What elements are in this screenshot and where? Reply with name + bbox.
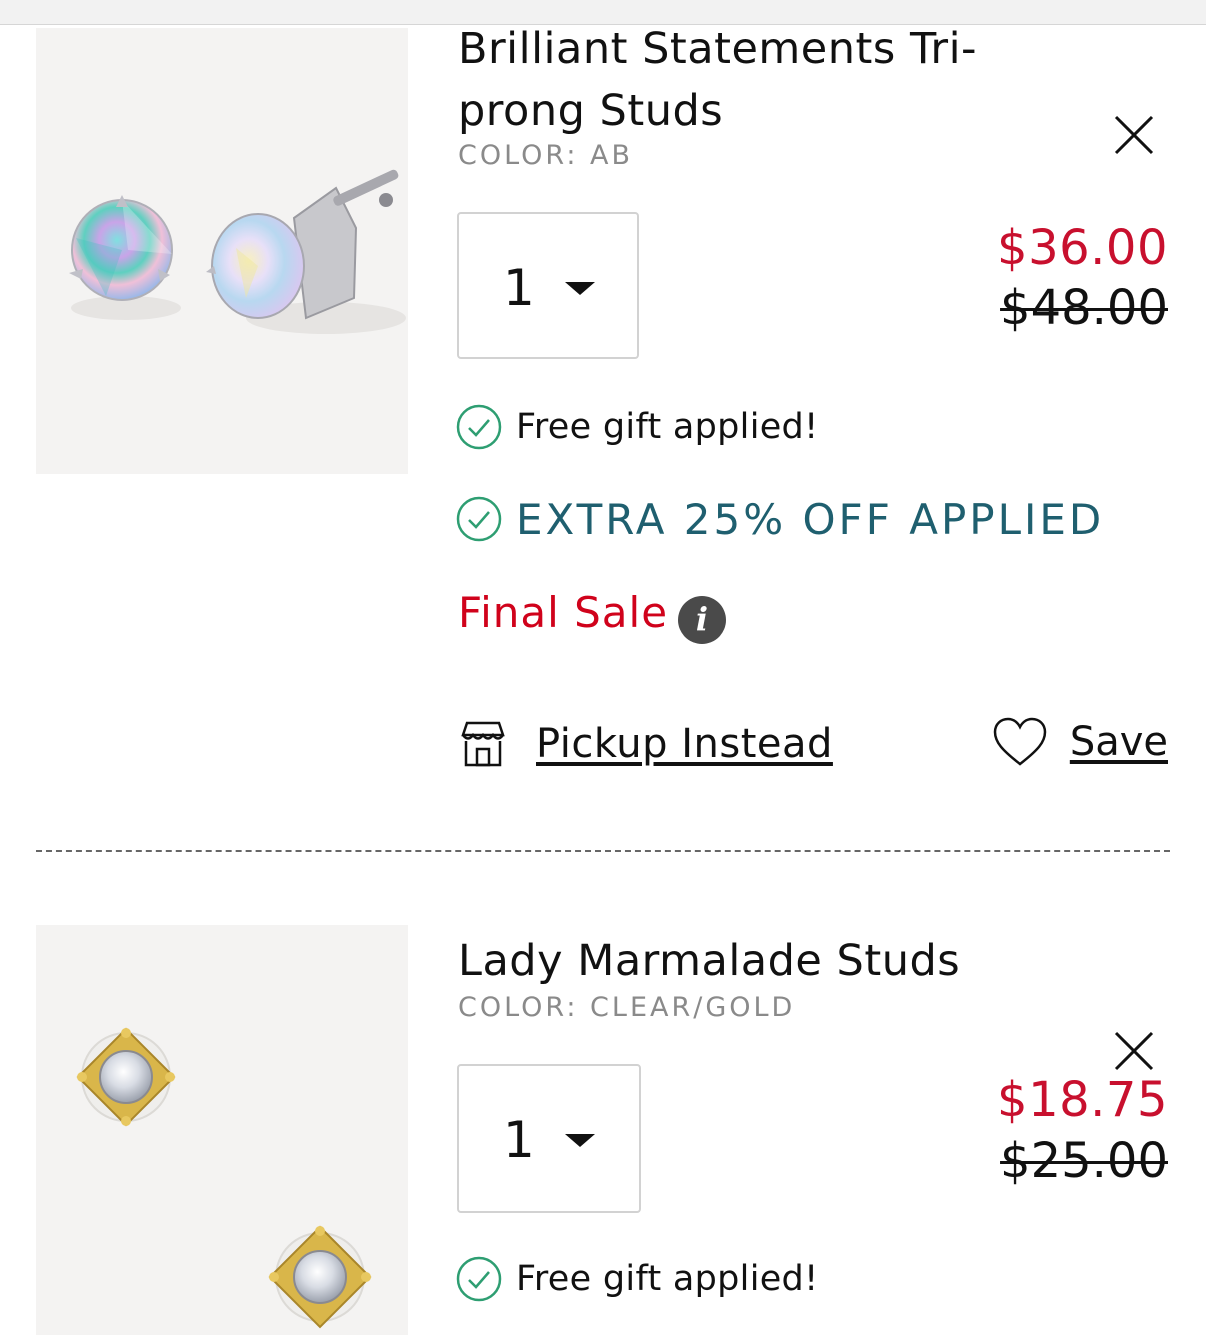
chevron-down-icon xyxy=(565,1134,595,1147)
pickup-instead-label: Pickup Instead xyxy=(536,721,833,767)
save-for-later-link[interactable]: Save xyxy=(992,714,1168,770)
product-color: COLOR: CLEAR/GOLD xyxy=(458,992,796,1023)
free-gift-notice: Free gift applied! xyxy=(456,402,818,452)
save-label: Save xyxy=(1069,719,1168,765)
free-gift-label: Free gift applied! xyxy=(516,407,819,447)
original-price: $25.00 xyxy=(1000,1133,1168,1189)
earring-ab-image xyxy=(69,169,406,334)
info-glyph: i xyxy=(695,600,709,638)
close-icon xyxy=(1114,115,1154,155)
quantity-select[interactable]: 1 xyxy=(457,1064,641,1213)
discount-notice: EXTRA 25% OFF APPLIED xyxy=(456,494,1104,544)
pickup-instead-link[interactable]: Pickup Instead xyxy=(458,716,833,772)
product-image[interactable] xyxy=(36,925,408,1335)
product-image[interactable] xyxy=(36,28,408,474)
discount-label: EXTRA 25% OFF APPLIED xyxy=(516,494,1105,544)
cart-item: Brilliant Statements Tri-prong Studs COL… xyxy=(0,24,1206,844)
chevron-down-icon xyxy=(565,282,595,295)
product-title[interactable]: Lady Marmalade Studs xyxy=(458,930,1158,992)
check-circle-icon xyxy=(456,1256,502,1302)
check-circle-icon xyxy=(456,496,502,542)
sale-price: $36.00 xyxy=(997,220,1168,276)
quantity-value: 1 xyxy=(503,259,535,317)
store-icon xyxy=(461,721,505,767)
check-circle-icon xyxy=(456,404,502,450)
quantity-value: 1 xyxy=(503,1111,535,1169)
remove-item-button[interactable] xyxy=(1112,1029,1156,1073)
product-color: COLOR: AB xyxy=(458,140,634,171)
cart-item: Lady Marmalade Studs COLOR: CLEAR/GOLD 1… xyxy=(0,900,1206,1335)
close-icon xyxy=(1114,1031,1154,1071)
info-icon[interactable]: i xyxy=(678,596,726,644)
free-gift-notice: Free gift applied! xyxy=(456,1254,818,1304)
remove-item-button[interactable] xyxy=(1112,113,1156,157)
original-price: $48.00 xyxy=(1000,280,1168,336)
sale-price: $18.75 xyxy=(997,1072,1168,1128)
item-divider xyxy=(36,850,1170,852)
final-sale-label: Final Sale xyxy=(458,588,669,637)
quantity-select[interactable]: 1 xyxy=(457,212,639,359)
free-gift-label: Free gift applied! xyxy=(516,1259,819,1299)
product-title[interactable]: Brilliant Statements Tri-prong Studs xyxy=(458,18,1018,142)
heart-icon xyxy=(993,717,1047,766)
earring-gold-image xyxy=(76,1027,372,1329)
